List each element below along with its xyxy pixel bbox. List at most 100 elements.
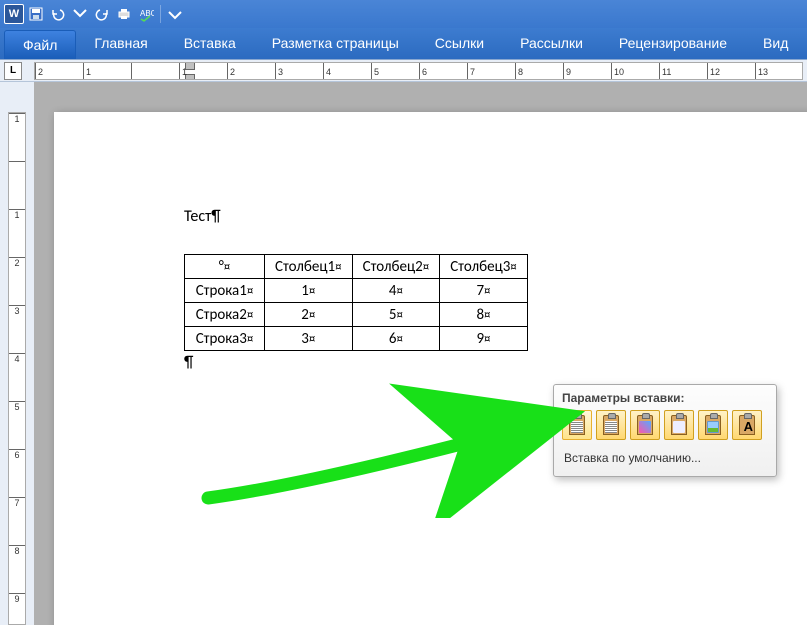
- title-bar: W ABC: [0, 0, 807, 28]
- ruler-tick: 5: [9, 401, 25, 412]
- ruler-tick: 1: [9, 209, 25, 220]
- paste-merge-formatting-button[interactable]: [596, 410, 626, 440]
- table-row-label-cell[interactable]: Строка2¤: [185, 303, 265, 327]
- qat-customize-button[interactable]: [165, 4, 185, 24]
- qat-print-button[interactable]: [114, 4, 134, 24]
- table-cell[interactable]: 1¤: [265, 279, 353, 303]
- ruler-tick: 8: [515, 63, 523, 79]
- ruler-tick: 12: [707, 63, 720, 79]
- ruler-tick: 7: [467, 63, 475, 79]
- ruler-tick: 2: [35, 63, 43, 79]
- tab-home[interactable]: Главная: [76, 28, 165, 59]
- ruler-tick: [131, 63, 134, 79]
- print-icon: [116, 6, 132, 22]
- ruler-tick: 9: [563, 63, 571, 79]
- paste-default-link[interactable]: Вставка по умолчанию...: [562, 448, 768, 468]
- paste-link-button[interactable]: [664, 410, 694, 440]
- clipboard-icon: [569, 415, 585, 435]
- ruler-tick: 7: [9, 497, 25, 508]
- undo-icon: [50, 6, 66, 22]
- document-title-line[interactable]: Тест¶: [184, 207, 807, 226]
- qat-spelling-button[interactable]: ABC: [136, 4, 156, 24]
- qat-redo-button[interactable]: [92, 4, 112, 24]
- paste-keep-source-button[interactable]: [562, 410, 592, 440]
- qat-undo-dropdown[interactable]: [70, 4, 90, 24]
- ruler-tick: 8: [9, 545, 25, 556]
- ruler-row: L 2112345678910111213: [0, 60, 807, 82]
- horizontal-ruler[interactable]: 2112345678910111213: [34, 62, 803, 80]
- tab-insert[interactable]: Вставка: [166, 28, 254, 59]
- table-cell[interactable]: 2¤: [265, 303, 353, 327]
- vertical-ruler-column: 1 1 2 3 4 5 6 7 8 9: [0, 82, 34, 625]
- file-tab[interactable]: Файл: [4, 30, 76, 59]
- table-cell[interactable]: 7¤: [440, 279, 528, 303]
- paste-use-destination-button[interactable]: [630, 410, 660, 440]
- tab-view[interactable]: Вид: [745, 28, 806, 59]
- paste-picture-button[interactable]: [698, 410, 728, 440]
- ruler-tick: 1: [179, 63, 187, 79]
- ruler-tick: 1: [83, 63, 91, 79]
- title-text: Тест: [184, 207, 211, 226]
- spelling-icon: ABC: [138, 6, 154, 22]
- paste-options-title: Параметры вставки:: [562, 391, 768, 405]
- table-row[interactable]: Строка2¤2¤5¤8¤: [185, 303, 528, 327]
- ruler-tick: [9, 161, 25, 162]
- svg-text:ABC: ABC: [140, 9, 154, 18]
- qat-separator: [160, 5, 161, 23]
- table-cell[interactable]: 9¤: [440, 327, 528, 351]
- table-cell[interactable]: 3¤: [265, 327, 353, 351]
- vertical-ruler[interactable]: 1 1 2 3 4 5 6 7 8 9: [8, 112, 26, 625]
- table-cell[interactable]: 5¤: [352, 303, 440, 327]
- page-area[interactable]: Тест¶ °¤Столбец1¤Столбец2¤Столбец3¤Строк…: [34, 82, 807, 625]
- ruler-tick: 5: [371, 63, 379, 79]
- tab-review[interactable]: Рецензирование: [601, 28, 745, 59]
- table-row-label-cell[interactable]: Строка1¤: [185, 279, 265, 303]
- clipboard-icon: [705, 415, 721, 435]
- ruler-tick: 4: [9, 353, 25, 364]
- qat-save-button[interactable]: [26, 4, 46, 24]
- ruler-tick: 11: [659, 63, 671, 79]
- ruler-tick: 4: [323, 63, 331, 79]
- app-icon: W: [4, 4, 24, 24]
- tab-references[interactable]: Ссылки: [417, 28, 502, 59]
- clipboard-icon: A: [739, 415, 755, 435]
- paste-text-only-button[interactable]: A: [732, 410, 762, 440]
- tab-page-layout[interactable]: Разметка страницы: [254, 28, 417, 59]
- table-cell[interactable]: 8¤: [440, 303, 528, 327]
- ruler-tick: 2: [227, 63, 235, 79]
- table-header-cell[interactable]: Столбец2¤: [352, 255, 440, 279]
- ruler-tick: 3: [275, 63, 283, 79]
- table-cell[interactable]: 4¤: [352, 279, 440, 303]
- qat-undo-button[interactable]: [48, 4, 68, 24]
- document-page[interactable]: Тест¶ °¤Столбец1¤Столбец2¤Столбец3¤Строк…: [54, 112, 807, 625]
- ribbon-tabs: Файл Главная Вставка Разметка страницы С…: [0, 28, 807, 60]
- redo-icon: [94, 6, 110, 22]
- ruler-tick: 9: [9, 593, 25, 604]
- chevron-down-icon: [72, 6, 88, 22]
- pilcrow-icon: ¶: [184, 353, 193, 372]
- document-table[interactable]: °¤Столбец1¤Столбец2¤Столбец3¤Строка1¤1¤4…: [184, 254, 528, 351]
- ruler-tick: 3: [9, 305, 25, 316]
- table-header-row[interactable]: °¤Столбец1¤Столбец2¤Столбец3¤: [185, 255, 528, 279]
- table-cell[interactable]: 6¤: [352, 327, 440, 351]
- pilcrow-icon: ¶: [211, 207, 220, 226]
- table-row-label-cell[interactable]: Строка3¤: [185, 327, 265, 351]
- ruler-tick: 6: [9, 449, 25, 460]
- table-row[interactable]: Строка3¤3¤6¤9¤: [185, 327, 528, 351]
- tab-mailings[interactable]: Рассылки: [502, 28, 601, 59]
- paste-options-row: A: [562, 410, 768, 440]
- ruler-tick: 2: [9, 257, 25, 268]
- ruler-tick: 1: [9, 113, 25, 124]
- tab-stop-selector[interactable]: L: [4, 62, 22, 80]
- table-header-cell[interactable]: Столбец1¤: [265, 255, 353, 279]
- table-header-cell[interactable]: °¤: [185, 255, 265, 279]
- ruler-tick: 13: [755, 63, 768, 79]
- ruler-tick: 10: [611, 63, 624, 79]
- table-header-cell[interactable]: Столбец3¤: [440, 255, 528, 279]
- table-row[interactable]: Строка1¤1¤4¤7¤: [185, 279, 528, 303]
- paragraph-after-table[interactable]: ¶: [184, 353, 807, 372]
- clipboard-icon: [671, 415, 687, 435]
- ruler-tick: 6: [419, 63, 427, 79]
- clipboard-icon: [637, 415, 653, 435]
- clipboard-icon: [603, 415, 619, 435]
